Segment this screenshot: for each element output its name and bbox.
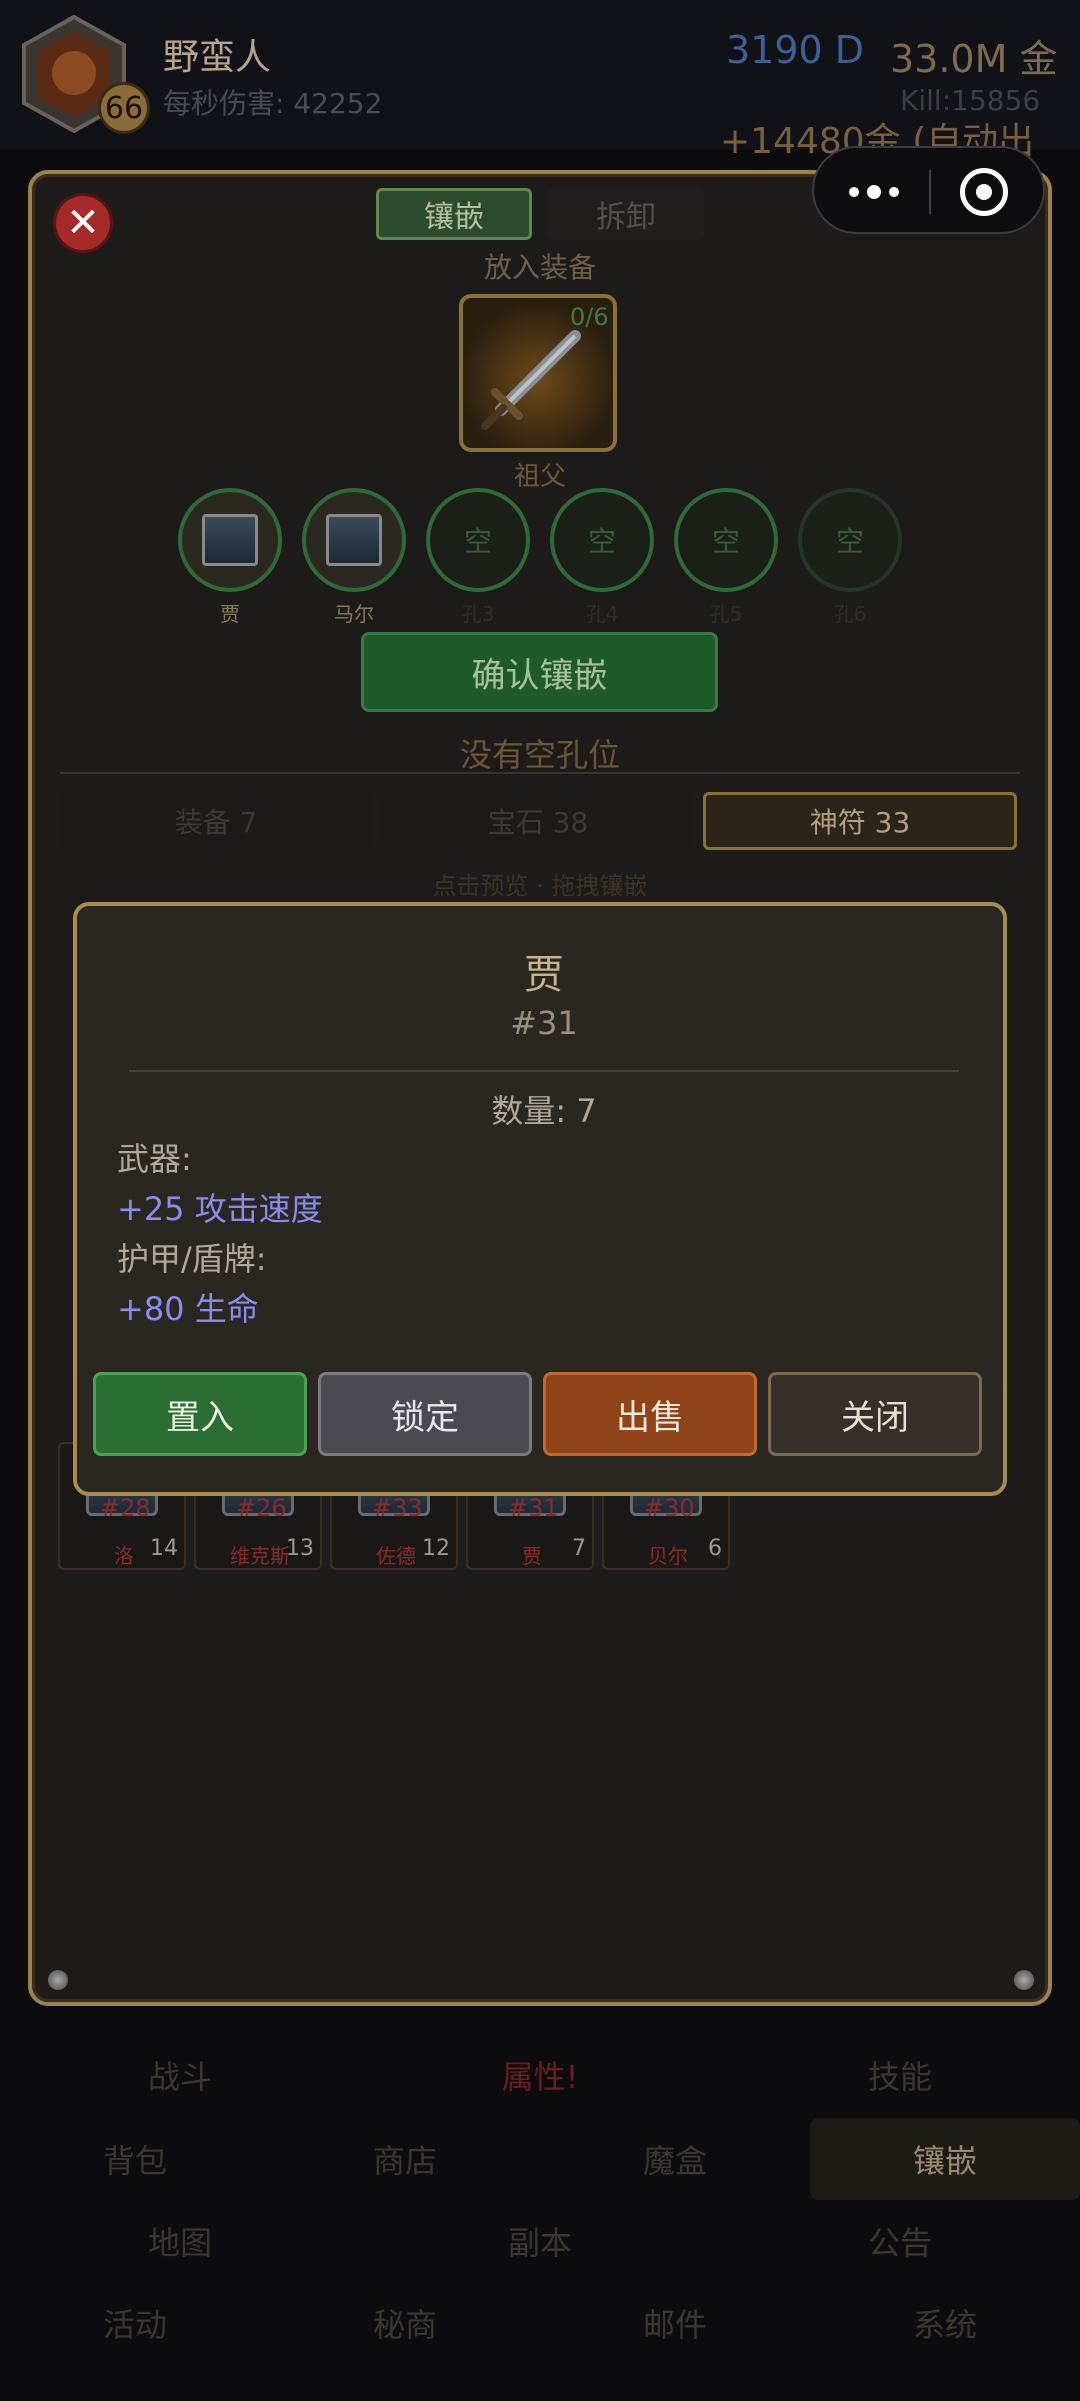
nav-system[interactable]: 系统 bbox=[810, 2282, 1080, 2364]
socket-label: 孔6 bbox=[833, 602, 867, 626]
tab-inlay[interactable]: 镶嵌 bbox=[376, 188, 532, 240]
more-icon[interactable] bbox=[844, 172, 904, 212]
nav-events[interactable]: 活动 bbox=[0, 2282, 270, 2364]
rune-icon bbox=[326, 514, 382, 566]
rune-number: #28 bbox=[100, 1494, 151, 1522]
socket-label: 孔4 bbox=[585, 602, 619, 626]
divider bbox=[60, 772, 1020, 774]
rune-icon bbox=[202, 514, 258, 566]
hint-text: 点击预览 · 拖拽镶嵌 bbox=[432, 872, 648, 900]
tab-equipment[interactable]: 装备 7 bbox=[60, 792, 372, 850]
nav-mail[interactable]: 邮件 bbox=[540, 2282, 810, 2364]
diamond-count: 3190 D bbox=[726, 28, 865, 72]
tab-runes[interactable]: 神符 33 bbox=[703, 792, 1017, 850]
tab-gems[interactable]: 宝石 38 bbox=[382, 792, 694, 850]
weapon-stat: +25 攻击速度 bbox=[117, 1190, 323, 1228]
rune-number: #26 bbox=[236, 1494, 287, 1522]
nav-battle[interactable]: 战斗 bbox=[0, 2034, 360, 2116]
rune-count: 13 bbox=[286, 1536, 314, 1561]
rune-count: 7 bbox=[572, 1536, 586, 1561]
no-empty-slot-text: 没有空孔位 bbox=[459, 736, 620, 774]
rune-number: #31 bbox=[508, 1494, 559, 1522]
socket-6[interactable]: 空 bbox=[798, 488, 902, 592]
level-badge: 66 bbox=[98, 82, 150, 134]
close-button[interactable]: 关闭 bbox=[768, 1372, 982, 1456]
rune-count: 12 bbox=[422, 1536, 450, 1561]
socket-2[interactable] bbox=[302, 488, 406, 592]
nav-row-1: 战斗 属性! 技能 bbox=[0, 2034, 1080, 2116]
nav-inlay[interactable]: 镶嵌 bbox=[810, 2118, 1080, 2200]
top-header: 66 野蛮人 每秒伤害: 42252 3190 D 33.0M 金 Kill:1… bbox=[0, 0, 1080, 214]
socket-3[interactable]: 空 bbox=[426, 488, 530, 592]
rune-count: 6 bbox=[708, 1536, 722, 1561]
weapon-label: 武器: bbox=[117, 1140, 192, 1178]
nav-secret-shop[interactable]: 秘商 bbox=[270, 2282, 540, 2364]
nav-dungeon[interactable]: 副本 bbox=[360, 2200, 720, 2282]
nav-announcement[interactable]: 公告 bbox=[720, 2200, 1080, 2282]
equipment-name: 祖父 bbox=[513, 462, 566, 492]
popup-quantity: 数量: 7 bbox=[491, 1092, 597, 1130]
nav-row-2: 背包 商店 魔盒 镶嵌 bbox=[0, 2118, 1080, 2200]
rune-detail-popup: 贾 #31 数量: 7 武器: +25 攻击速度 护甲/盾牌: +80 生命 置… bbox=[73, 902, 1007, 1496]
confirm-inlay-button[interactable]: 确认镶嵌 bbox=[361, 632, 718, 712]
put-equipment-label: 放入装备 bbox=[483, 251, 596, 284]
armor-label: 护甲/盾牌: bbox=[117, 1240, 267, 1278]
nav-shop[interactable]: 商店 bbox=[270, 2118, 540, 2200]
dps-text: 每秒伤害: 42252 bbox=[163, 87, 383, 120]
lock-button[interactable]: 锁定 bbox=[318, 1372, 532, 1456]
rune-number: #33 bbox=[372, 1494, 423, 1522]
place-button[interactable]: 置入 bbox=[93, 1372, 307, 1456]
gold-count: 33.0M 金 bbox=[890, 37, 1058, 81]
nav-row-4: 活动 秘商 邮件 系统 bbox=[0, 2282, 1080, 2364]
nav-backpack[interactable]: 背包 bbox=[0, 2118, 270, 2200]
nav-skills[interactable]: 技能 bbox=[720, 2034, 1080, 2116]
socket-label: 孔5 bbox=[709, 602, 743, 626]
rune-count: 14 bbox=[150, 1536, 178, 1561]
socket-1[interactable] bbox=[178, 488, 282, 592]
popup-divider bbox=[129, 1070, 959, 1072]
nav-row-3: 地图 副本 公告 bbox=[0, 2200, 1080, 2282]
rune-number: #30 bbox=[644, 1494, 695, 1522]
socket-count: 0/6 bbox=[570, 303, 609, 331]
capsule-divider bbox=[929, 170, 931, 214]
nav-map[interactable]: 地图 bbox=[0, 2200, 360, 2282]
socket-label: 贾 bbox=[220, 602, 240, 626]
corner-rivet bbox=[48, 1970, 68, 1990]
exit-icon[interactable] bbox=[960, 168, 1008, 216]
nav-magic-box[interactable]: 魔盒 bbox=[540, 2118, 810, 2200]
nav-attributes[interactable]: 属性! bbox=[360, 2034, 720, 2116]
socket-label: 马尔 bbox=[334, 602, 374, 626]
popup-rune-id: #31 bbox=[510, 1004, 578, 1042]
corner-rivet bbox=[1014, 1970, 1034, 1990]
close-icon[interactable]: ✕ bbox=[53, 193, 113, 253]
popup-title: 贾 bbox=[524, 952, 564, 998]
socket-5[interactable]: 空 bbox=[674, 488, 778, 592]
miniprogram-capsule bbox=[812, 146, 1045, 234]
sell-button[interactable]: 出售 bbox=[543, 1372, 757, 1456]
tab-remove[interactable]: 拆卸 bbox=[548, 188, 704, 240]
socket-4[interactable]: 空 bbox=[550, 488, 654, 592]
socket-label: 孔3 bbox=[461, 602, 495, 626]
player-name: 野蛮人 bbox=[163, 37, 272, 78]
armor-stat: +80 生命 bbox=[117, 1290, 259, 1328]
